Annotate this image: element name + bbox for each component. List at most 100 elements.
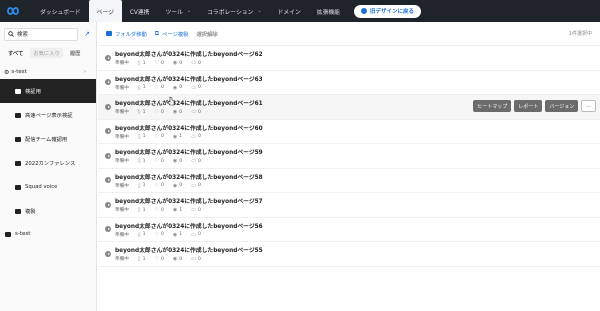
play-icon[interactable]	[105, 226, 111, 233]
folder-label: 複製	[25, 209, 36, 215]
eye-icon: ◉	[172, 231, 178, 238]
page-title[interactable]: beyond太郎さんが0324に作成したbeyondページ59	[115, 147, 263, 156]
like-icon: ♡	[154, 84, 159, 91]
folder-icon	[15, 160, 21, 166]
nav-item-label: ダッシュボード	[40, 9, 81, 16]
page-title[interactable]: beyond太郎さんが0324に作成したbeyondページ61	[115, 98, 263, 107]
folder-item[interactable]: 検証用	[0, 79, 96, 103]
duplicate-page-button[interactable]: ⧉ ページ複製	[155, 30, 189, 38]
chevron-right-icon[interactable]: ›	[84, 69, 86, 75]
page-title[interactable]: beyond太郎さんが0324に作成したbeyondページ56	[115, 221, 263, 230]
nav-item[interactable]: ドメイン	[270, 0, 309, 22]
play-icon[interactable]	[105, 54, 111, 61]
page-row[interactable]: beyond太郎さんが0324に作成したbeyondページ55 準備中 ▯ 1 ♡ 0 ◉ 0…	[98, 242, 600, 267]
page-title[interactable]: beyond太郎さんが0324に作成したbeyondページ58	[115, 172, 263, 181]
sidebar-search-row: 検索 ↗	[0, 22, 96, 46]
folder-item[interactable]: 配信チーム確認用	[0, 127, 96, 151]
page-stat: ♡ 0	[155, 183, 164, 189]
page-stat: ◉ 0	[173, 109, 182, 115]
comment-icon: ▭	[191, 109, 196, 116]
folder-icon	[15, 208, 21, 214]
filter-tab[interactable]: お気に入り	[30, 48, 63, 58]
page-info: beyond太郎さんが0324に作成したbeyondページ58 準備中 ▯ 1 ♡ 0 ◉ 0…	[115, 172, 263, 189]
nav-item-label: ドメイン	[277, 9, 301, 16]
nav-item[interactable]: ツール ⌄	[157, 0, 199, 22]
folder-item[interactable]: 2022カンファレンス	[0, 151, 96, 175]
page-stat-value: 1	[142, 109, 146, 115]
page-info: beyond太郎さんが0324に作成したbeyondページ56 準備中 ▯ 1 ♡ 0 ◉ 1…	[115, 221, 263, 238]
selection-count: 1件選択中	[568, 31, 592, 37]
play-icon[interactable]	[105, 128, 111, 135]
page-meta: 準備中 ▯ 1 ♡ 0 ◉ 0 ▭ 0	[115, 158, 263, 164]
nav-item[interactable]: コラボレーション ⌄	[199, 0, 269, 22]
page-row[interactable]: beyond太郎さんが0324に作成したbeyondページ62 準備中 ▯ 1 ♡ 0 ◉ 0…	[98, 46, 600, 71]
heatmap-button[interactable]: ヒートマップ	[473, 100, 512, 112]
nav-item-label: ツール	[165, 9, 183, 16]
page-stat-value: 1	[142, 232, 146, 238]
page-stat: ▯ 1	[138, 256, 146, 262]
page-status: 準備中	[115, 183, 129, 189]
page-title[interactable]: beyond太郎さんが0324に作成したbeyondページ57	[115, 196, 263, 205]
mouse-cursor-icon	[167, 96, 175, 106]
more-button[interactable]: ...	[581, 100, 596, 112]
copy-icon: ⧉	[154, 29, 160, 37]
play-icon[interactable]	[105, 152, 111, 159]
page-info: beyond太郎さんが0324に作成したbeyondページ59 準備中 ▯ 1 ♡ 0 ◉ 0…	[115, 147, 263, 164]
app-logo-icon[interactable]	[2, 0, 24, 22]
page-icon: ▯	[137, 84, 141, 91]
page-stat: ◉ 0	[173, 60, 182, 66]
folder-item[interactable]: 複製	[0, 199, 96, 223]
like-icon: ♡	[154, 158, 159, 165]
play-icon[interactable]	[105, 250, 111, 257]
old-design-button[interactable]: 旧デザインに戻る	[353, 4, 421, 18]
folder-icon	[15, 184, 21, 190]
page-stat-value: 0	[160, 158, 164, 164]
page-title[interactable]: beyond太郎さんが0324に作成したbeyondページ63	[115, 74, 263, 83]
like-icon: ♡	[154, 207, 159, 214]
page-title[interactable]: beyond太郎さんが0324に作成したbeyondページ60	[115, 123, 263, 132]
page-row[interactable]: beyond太郎さんが0324に作成したbeyondページ59 準備中 ▯ 1 ♡ 0 ◉ 0…	[98, 144, 600, 169]
sidebar-search-input[interactable]: 検索	[4, 27, 78, 41]
page-stat-value: 0	[197, 232, 201, 238]
folder-item[interactable]: 高速ページ表示検証	[0, 103, 96, 127]
play-icon[interactable]	[105, 177, 111, 184]
page-title[interactable]: beyond太郎さんが0324に作成したbeyondページ55	[115, 245, 263, 254]
comment-icon: ▭	[191, 182, 196, 189]
page-stat: ◉ 0	[173, 158, 182, 164]
search-label: 検索	[17, 32, 29, 38]
page-stat-value: 0	[197, 207, 201, 213]
deselect-button[interactable]: 選択解除	[196, 30, 217, 38]
nav-item[interactable]: ダッシュボード	[32, 0, 89, 22]
comment-icon: ▭	[191, 256, 196, 263]
page-row[interactable]: beyond太郎さんが0324に作成したbeyondページ60 準備中 ▯ 1 ♡ 0 ◉ 1…	[98, 120, 600, 144]
nav-item[interactable]: CV連携	[122, 0, 158, 22]
page-meta: 準備中 ▯ 1 ♡ 0 ◉ 1 ▭ 0	[115, 232, 263, 238]
nav-item[interactable]: ページ	[88, 0, 122, 22]
play-icon[interactable]	[105, 79, 111, 86]
play-icon[interactable]	[105, 201, 111, 208]
page-title[interactable]: beyond太郎さんが0324に作成したbeyondページ62	[115, 49, 263, 58]
page-row[interactable]: beyond太郎さんが0324に作成したbeyondページ58 準備中 ▯ 1 ♡ 0 ◉ 0…	[98, 169, 600, 193]
page-meta: 準備中 ▯ 1 ♡ 0 ◉ 0 ▭ 0	[115, 256, 263, 262]
page-status: 準備中	[115, 61, 129, 67]
tree-root-label: s-test	[11, 69, 27, 75]
tree-bottom-item[interactable]: s-test	[0, 223, 96, 245]
move-folder-button[interactable]: フォルダ移動	[106, 30, 147, 38]
report-button[interactable]: レポート	[514, 100, 543, 112]
comment-icon: ▭	[191, 158, 196, 165]
page-stat: ◉ 0	[173, 256, 182, 262]
page-row[interactable]: beyond太郎さんが0324に作成したbeyondページ63 準備中 ▯ 1 ♡ 0 ◉ 0…	[98, 71, 600, 95]
play-icon[interactable]	[105, 103, 111, 110]
folder-item[interactable]: Squad voice	[0, 175, 96, 199]
filter-tab[interactable]: すべて	[5, 48, 26, 58]
folder-label: Squad voice	[25, 184, 58, 190]
version-button[interactable]: バージョン	[545, 100, 579, 112]
page-row[interactable]: beyond太郎さんが0324に作成したbeyondページ57 準備中 ▯ 1 ♡ 0 ◉ 1…	[98, 193, 600, 218]
page-stat-value: 0	[160, 85, 164, 91]
tree-root[interactable]: ⚙ s-test ›	[0, 65, 96, 79]
page-row[interactable]: beyond太郎さんが0324に作成したbeyondページ56 準備中 ▯ 1 ♡ 0 ◉ 1…	[98, 218, 600, 242]
open-external-icon[interactable]: ↗	[82, 30, 92, 38]
nav-item[interactable]: 拡張機能	[309, 0, 348, 22]
deselect-label: 選択解除	[196, 31, 218, 38]
filter-tab[interactable]: 履歴	[67, 48, 84, 58]
